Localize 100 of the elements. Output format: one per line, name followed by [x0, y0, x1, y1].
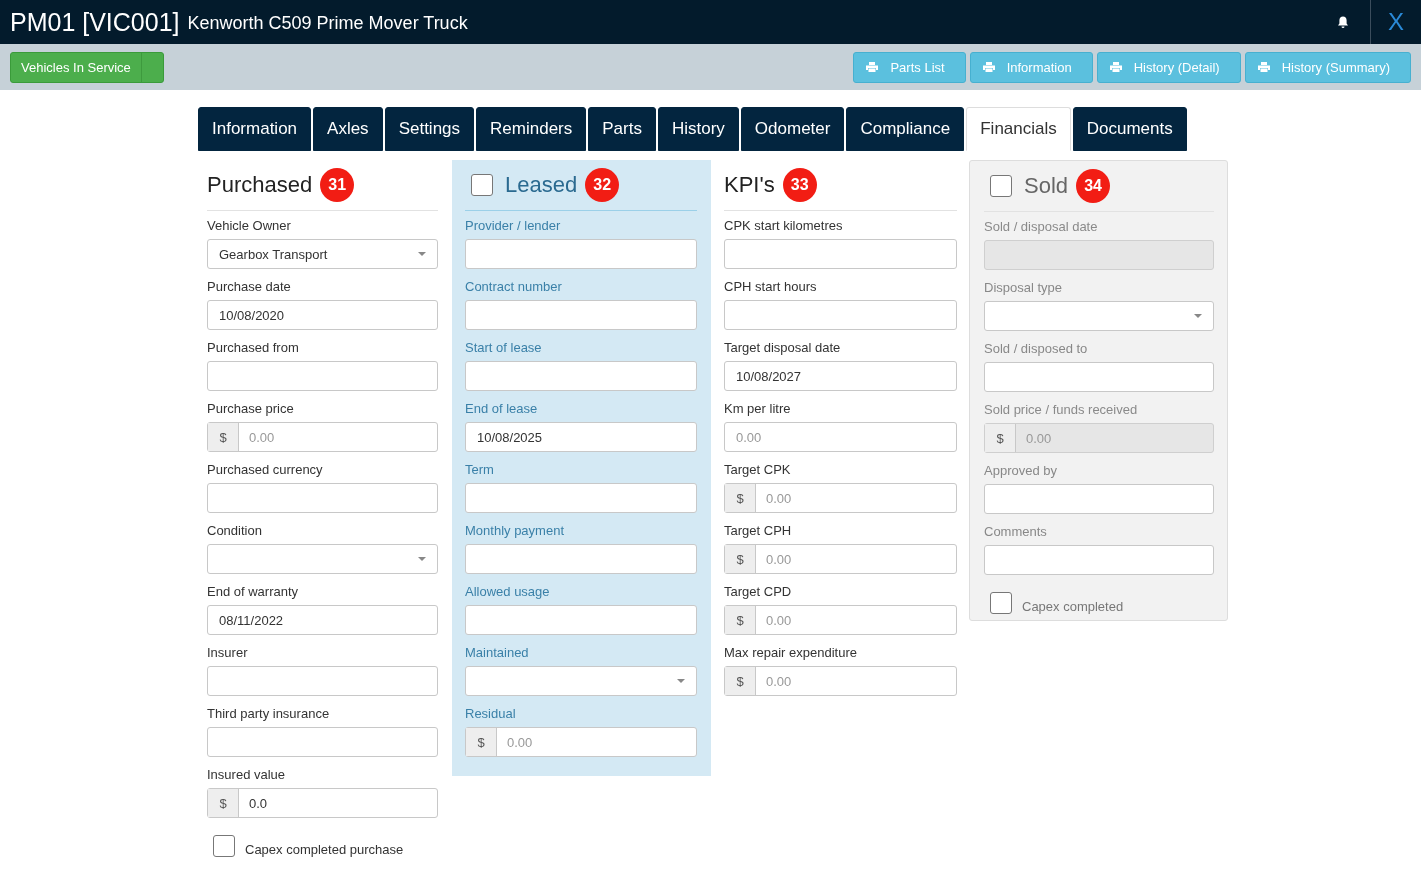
input-field[interactable] [465, 361, 697, 391]
input-field[interactable] [724, 239, 957, 269]
section-title: Purchased [207, 172, 313, 198]
vehicle-code: PM01 [VIC001] [10, 7, 180, 37]
input-field[interactable] [984, 362, 1214, 392]
caret-icon [677, 679, 685, 683]
field-label: Km per litre [724, 400, 792, 418]
field-label: CPH start hours [724, 278, 818, 296]
currency-addon: $ [725, 484, 756, 512]
select-field[interactable]: Gearbox Transport [207, 239, 438, 269]
field-label: Disposal type [984, 279, 1064, 297]
caret-icon [418, 557, 426, 561]
currency-addon: $ [208, 423, 239, 451]
tab[interactable]: Financials [966, 107, 1071, 151]
checkbox[interactable] [990, 592, 1012, 614]
tab[interactable]: History [657, 107, 739, 151]
tab[interactable]: Reminders [476, 107, 587, 151]
checkbox-label: Capex completed [1022, 598, 1124, 614]
printer-icon [866, 62, 879, 72]
count-badge: 33 [782, 168, 817, 202]
tab[interactable]: Compliance [846, 107, 965, 151]
close-button[interactable]: X [1371, 0, 1421, 44]
field-label: Term [465, 461, 495, 479]
field-label: Allowed usage [465, 583, 551, 601]
count-badge: 32 [585, 168, 620, 202]
checkbox[interactable] [990, 175, 1012, 197]
input-field[interactable]: 10/08/2020 [207, 300, 438, 330]
field-label: Provider / lender [465, 217, 562, 235]
caret-icon [418, 252, 426, 256]
currency-addon: $ [466, 728, 497, 756]
field-label: Maintained [465, 644, 530, 662]
input-field[interactable] [465, 239, 697, 269]
checkbox[interactable] [213, 835, 235, 857]
currency-addon: $ [725, 667, 756, 695]
tab[interactable]: Odometer [740, 107, 845, 151]
field-label: Sold price / funds received [984, 401, 1139, 419]
tab[interactable]: Axles [313, 107, 383, 151]
input-field[interactable]: $ 0.00 [724, 666, 957, 696]
input-field[interactable]: $ 0.00 [207, 422, 438, 452]
input-field[interactable] [207, 361, 438, 391]
select-field[interactable] [984, 301, 1214, 331]
input-field[interactable] [465, 300, 697, 330]
field-label: Max repair expenditure [724, 644, 858, 662]
input-field[interactable]: $ 0.00 [724, 605, 957, 635]
tab[interactable]: Documents [1072, 107, 1187, 151]
checkbox-label: Capex completed purchase [245, 841, 404, 857]
field-label: Condition [207, 522, 263, 540]
field-label: Third party insurance [207, 705, 331, 723]
field-label: Target CPK [724, 461, 792, 479]
input-field[interactable] [207, 727, 438, 757]
currency-addon: $ [985, 424, 1016, 452]
input-field[interactable] [207, 666, 438, 696]
currency-addon: $ [725, 545, 756, 573]
input-field[interactable] [207, 483, 438, 513]
input-field[interactable] [984, 545, 1214, 575]
field-label: Comments [984, 523, 1048, 541]
tab[interactable]: Parts [588, 107, 656, 151]
input-field[interactable]: $ 0.00 [724, 483, 957, 513]
field-label: End of lease [465, 400, 539, 418]
currency-addon: $ [208, 789, 239, 817]
field-label: Insurer [207, 644, 249, 662]
field-label: Sold / disposed to [984, 340, 1089, 358]
checkbox[interactable] [471, 174, 493, 196]
field-label: Purchase price [207, 400, 295, 418]
input-field[interactable]: $ 0.00 [465, 727, 697, 757]
field-label: Insured value [207, 766, 287, 784]
field-label: Start of lease [465, 339, 543, 357]
input-field[interactable] [724, 300, 957, 330]
input-field[interactable]: 10/08/2025 [465, 422, 697, 452]
field-label: CPK start kilometres [724, 217, 844, 235]
tab[interactable]: Settings [384, 107, 475, 151]
vehicle-title: Kenworth C509 Prime Mover Truck [187, 13, 468, 34]
select-field[interactable] [465, 666, 697, 696]
input-field[interactable]: 10/08/2027 [724, 361, 957, 391]
bell-icon[interactable] [1337, 15, 1349, 29]
input-field[interactable]: 08/11/2022 [207, 605, 438, 635]
field-label: Approved by [984, 462, 1058, 480]
printer-icon [1257, 62, 1270, 72]
input-field[interactable]: $ 0.00 [724, 544, 957, 574]
field-label: Contract number [465, 278, 563, 296]
currency-addon: $ [725, 606, 756, 634]
count-badge: 34 [1076, 169, 1111, 203]
tab[interactable]: Information [198, 107, 312, 151]
field-label: Purchased currency [207, 461, 324, 479]
field-label: Target CPH [724, 522, 793, 540]
printer-icon [982, 62, 995, 72]
count-badge: 31 [320, 168, 355, 202]
input-field[interactable] [984, 484, 1214, 514]
field-label: Residual [465, 705, 517, 723]
input-field[interactable] [465, 605, 697, 635]
field-label: Vehicle Owner [207, 217, 292, 235]
input-field[interactable] [465, 483, 697, 513]
field-label: Target CPD [724, 583, 793, 601]
input-field[interactable] [465, 544, 697, 574]
section-title: Sold [1024, 173, 1069, 199]
input-field[interactable]: $ 0.0 [207, 788, 438, 818]
field-label: Target disposal date [724, 339, 842, 357]
printer-icon [1109, 62, 1122, 72]
field-label: End of warranty [207, 583, 300, 601]
select-field[interactable] [207, 544, 438, 574]
